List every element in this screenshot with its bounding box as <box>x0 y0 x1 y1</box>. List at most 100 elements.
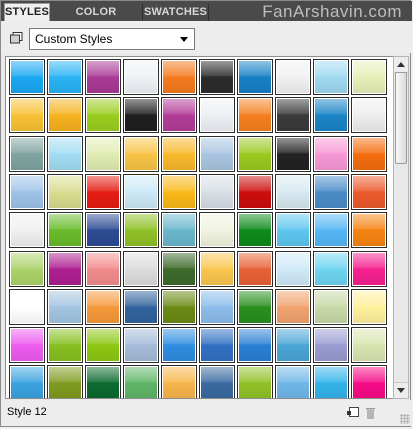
style-swatch[interactable] <box>85 97 121 134</box>
style-swatch[interactable] <box>47 327 83 364</box>
style-swatch[interactable] <box>275 288 311 325</box>
style-swatch[interactable] <box>275 365 311 398</box>
style-swatch[interactable] <box>161 173 197 210</box>
style-swatch[interactable] <box>123 365 159 398</box>
style-swatch[interactable] <box>199 212 235 249</box>
style-swatch[interactable] <box>237 212 273 249</box>
style-swatch[interactable] <box>199 173 235 210</box>
style-swatch[interactable] <box>123 173 159 210</box>
scroll-down-icon[interactable] <box>394 382 408 398</box>
style-swatch[interactable] <box>9 250 45 287</box>
style-swatch[interactable] <box>161 135 197 172</box>
style-swatch[interactable] <box>9 365 45 398</box>
style-swatch[interactable] <box>85 365 121 398</box>
style-swatch[interactable] <box>9 135 45 172</box>
style-swatch[interactable] <box>237 250 273 287</box>
style-swatch[interactable] <box>9 97 45 134</box>
style-swatch[interactable] <box>237 173 273 210</box>
style-swatch[interactable] <box>351 59 387 95</box>
style-swatch[interactable] <box>275 59 311 95</box>
style-swatch[interactable] <box>47 212 83 249</box>
style-swatch[interactable] <box>351 250 387 287</box>
style-swatch[interactable] <box>85 173 121 210</box>
style-swatch[interactable] <box>199 327 235 364</box>
style-swatch[interactable] <box>313 250 349 287</box>
tab-color-palette[interactable]: COLOR PALETTE <box>50 4 143 35</box>
style-swatch[interactable] <box>275 97 311 134</box>
style-swatch[interactable] <box>313 59 349 95</box>
style-swatch[interactable] <box>123 327 159 364</box>
style-swatch[interactable] <box>351 327 387 364</box>
style-swatch[interactable] <box>123 250 159 287</box>
tab-swatches[interactable]: SWATCHES <box>143 4 209 21</box>
style-swatch[interactable] <box>47 173 83 210</box>
style-swatch[interactable] <box>313 212 349 249</box>
style-swatch[interactable] <box>9 59 45 95</box>
style-swatch[interactable] <box>199 59 235 95</box>
style-swatch[interactable] <box>313 173 349 210</box>
style-swatch[interactable] <box>47 97 83 134</box>
style-swatch[interactable] <box>9 288 45 325</box>
style-swatch[interactable] <box>123 135 159 172</box>
new-style-icon[interactable] <box>347 407 359 417</box>
style-swatch[interactable] <box>9 212 45 249</box>
style-swatch[interactable] <box>237 59 273 95</box>
style-swatch[interactable] <box>275 250 311 287</box>
resize-grip-icon[interactable] <box>400 414 410 424</box>
style-swatch[interactable] <box>237 135 273 172</box>
style-swatch[interactable] <box>199 288 235 325</box>
style-swatch[interactable] <box>313 327 349 364</box>
style-swatch[interactable] <box>85 250 121 287</box>
style-swatch[interactable] <box>9 327 45 364</box>
style-swatch[interactable] <box>351 135 387 172</box>
style-swatch[interactable] <box>47 250 83 287</box>
style-swatch[interactable] <box>351 288 387 325</box>
style-swatch[interactable] <box>199 250 235 287</box>
style-swatch[interactable] <box>275 212 311 249</box>
style-swatch[interactable] <box>47 288 83 325</box>
style-swatch[interactable] <box>123 288 159 325</box>
tab-styles[interactable]: STYLES <box>4 3 50 21</box>
style-swatch[interactable] <box>351 212 387 249</box>
style-swatch[interactable] <box>85 212 121 249</box>
scroll-thumb[interactable] <box>395 72 407 164</box>
style-swatch[interactable] <box>161 327 197 364</box>
style-swatch[interactable] <box>313 288 349 325</box>
style-swatch[interactable] <box>161 59 197 95</box>
style-swatch[interactable] <box>351 97 387 134</box>
style-swatch[interactable] <box>47 59 83 95</box>
style-swatch[interactable] <box>237 327 273 364</box>
style-swatch[interactable] <box>275 327 311 364</box>
style-swatch[interactable] <box>85 59 121 95</box>
style-swatch[interactable] <box>123 212 159 249</box>
style-swatch[interactable] <box>237 365 273 398</box>
style-swatch[interactable] <box>313 135 349 172</box>
style-swatch[interactable] <box>351 365 387 398</box>
style-swatch[interactable] <box>275 173 311 210</box>
style-swatch[interactable] <box>161 365 197 398</box>
style-swatch[interactable] <box>85 288 121 325</box>
style-swatch[interactable] <box>199 97 235 134</box>
style-swatch[interactable] <box>199 135 235 172</box>
scroll-up-icon[interactable] <box>394 57 408 73</box>
trash-icon[interactable] <box>366 406 375 419</box>
style-swatch[interactable] <box>275 135 311 172</box>
style-swatch[interactable] <box>161 212 197 249</box>
style-swatch[interactable] <box>123 97 159 134</box>
vertical-scrollbar[interactable] <box>393 56 409 399</box>
style-swatch[interactable] <box>123 59 159 95</box>
style-library-icon[interactable] <box>10 31 23 44</box>
preset-select[interactable]: Custom Styles <box>29 28 195 50</box>
style-swatch[interactable] <box>313 97 349 134</box>
style-swatch[interactable] <box>351 173 387 210</box>
style-swatch[interactable] <box>161 97 197 134</box>
style-swatch[interactable] <box>85 327 121 364</box>
style-swatch[interactable] <box>85 135 121 172</box>
style-swatch[interactable] <box>237 97 273 134</box>
style-swatch[interactable] <box>47 135 83 172</box>
style-swatch[interactable] <box>237 288 273 325</box>
style-swatch[interactable] <box>161 288 197 325</box>
style-swatch[interactable] <box>161 250 197 287</box>
chevron-down-icon[interactable] <box>180 37 188 42</box>
style-swatch[interactable] <box>199 365 235 398</box>
